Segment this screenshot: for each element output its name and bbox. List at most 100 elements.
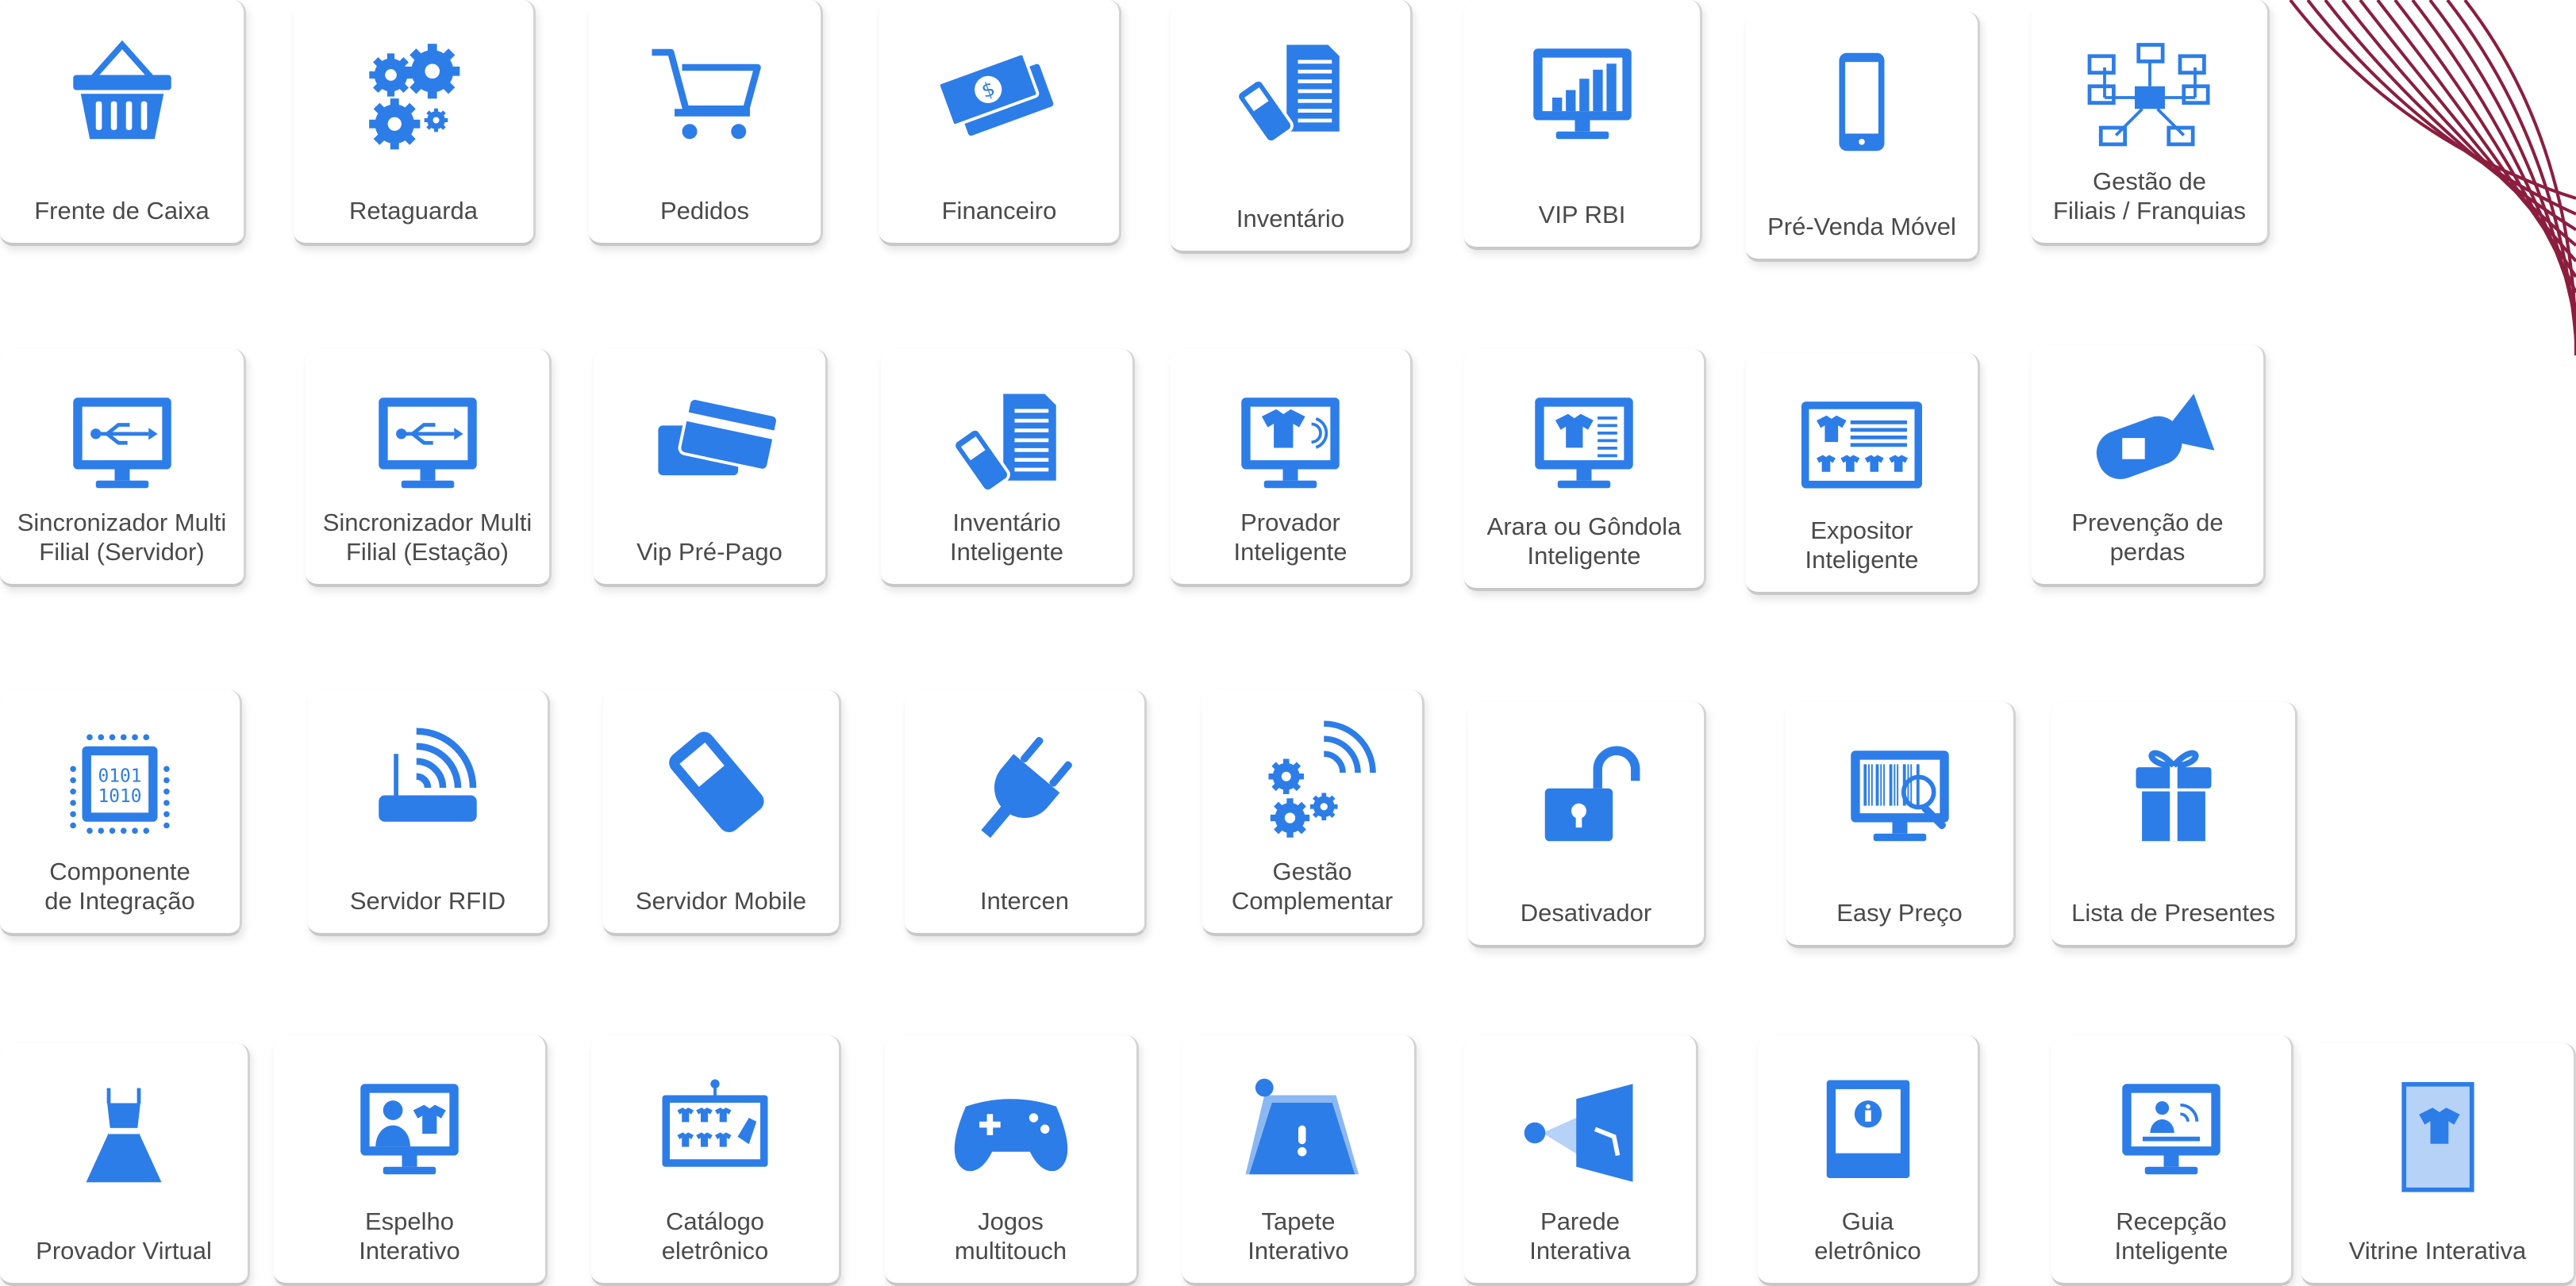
module-tile[interactable]: Gestão Complementar bbox=[1202, 690, 1424, 936]
module-label: Inventário Inteligente bbox=[949, 509, 1064, 566]
module-label: Tapete Interativo bbox=[1248, 1207, 1349, 1265]
module-label: Jogos multitouch bbox=[954, 1207, 1067, 1265]
module-tile[interactable]: Provador Virtual bbox=[0, 1043, 250, 1286]
modules-grid: Frente de Caixa Retaguarda Pedidos $ Finance… bbox=[0, 0, 2576, 1286]
module-tile[interactable]: Vip Pré-Pago bbox=[594, 349, 828, 587]
module-label: Financeiro bbox=[941, 197, 1057, 225]
reception-monitor-icon bbox=[2051, 1058, 2291, 1208]
gamepad-icon bbox=[885, 1058, 1136, 1208]
shop-window-icon bbox=[2301, 1065, 2574, 1216]
module-label: Provador Virtual bbox=[36, 1237, 212, 1265]
module-label: Recepção Inteligente bbox=[2114, 1207, 2228, 1265]
module-tile[interactable]: Sincronizador Multi Filial (Estação) bbox=[306, 349, 552, 587]
handheld-scanner-icon bbox=[603, 712, 839, 863]
decorative-curves bbox=[2289, 0, 2576, 356]
module-label: Servidor Mobile bbox=[635, 887, 807, 915]
module-tile[interactable]: Easy Preço bbox=[1786, 702, 2016, 948]
module-label: Componente de Integração bbox=[44, 858, 195, 915]
gift-icon bbox=[2051, 724, 2295, 875]
module-label: VIP RBI bbox=[1538, 201, 1626, 228]
touch-catalog-icon bbox=[591, 1058, 839, 1208]
mirror-monitor-icon bbox=[274, 1058, 545, 1208]
svg-text:0101: 0101 bbox=[98, 766, 142, 786]
module-tile[interactable]: Desativador bbox=[1468, 702, 1706, 948]
module-tile[interactable]: Servidor Mobile bbox=[603, 690, 841, 936]
module-tile[interactable]: Lista de Presentes bbox=[2051, 702, 2297, 948]
module-tile[interactable]: Servidor RFID bbox=[308, 690, 550, 936]
module-tile[interactable]: Vitrine Interativa bbox=[2301, 1043, 2576, 1286]
module-tile[interactable]: Guia eletrônico bbox=[1758, 1035, 1980, 1286]
hanger-monitor-icon bbox=[1464, 371, 1704, 522]
module-tile[interactable]: Sincronizador Multi Filial (Servidor) bbox=[0, 349, 246, 587]
module-tile[interactable]: VIP RBI bbox=[1464, 0, 1702, 250]
dress-icon bbox=[0, 1065, 248, 1216]
gears-icon bbox=[294, 22, 533, 173]
module-tile[interactable]: Jogos multitouch bbox=[885, 1035, 1139, 1286]
module-label: Retaguarda bbox=[348, 197, 478, 225]
module-label: Easy Preço bbox=[1836, 899, 1963, 927]
module-tile[interactable]: Espelho Interativo bbox=[274, 1035, 548, 1286]
module-tile[interactable]: Retaguarda bbox=[294, 0, 536, 246]
module-label: Guia eletrônico bbox=[1814, 1207, 1921, 1265]
module-label: Desativador bbox=[1520, 899, 1652, 927]
module-label: Parede Interativa bbox=[1529, 1207, 1631, 1265]
module-label: Expositor Inteligente bbox=[1805, 516, 1919, 574]
module-tile[interactable]: $ Financeiro bbox=[879, 0, 1121, 246]
module-label: Inventário bbox=[1236, 205, 1345, 232]
module-label: Sincronizador Multi Filial (Servidor) bbox=[17, 509, 227, 566]
info-kiosk-icon bbox=[1758, 1058, 1978, 1208]
shopping-basket-icon bbox=[0, 22, 244, 173]
module-tile[interactable]: Catálogo eletrônico bbox=[591, 1035, 841, 1286]
module-label: Pedidos bbox=[659, 197, 750, 225]
module-tile[interactable]: Pedidos bbox=[589, 0, 823, 246]
module-label: Arara ou Gôndola Inteligente bbox=[1486, 512, 1682, 570]
module-tile[interactable]: Gestão de Filiais / Franquias bbox=[2032, 0, 2270, 246]
interactive-floor-icon bbox=[1182, 1058, 1414, 1208]
plug-icon bbox=[905, 712, 1144, 863]
module-tile[interactable]: Provador Inteligente bbox=[1171, 349, 1413, 587]
svg-text:1010: 1010 bbox=[98, 786, 142, 807]
security-camera-icon bbox=[2032, 367, 2263, 518]
module-label: Sincronizador Multi Filial (Estação) bbox=[322, 509, 533, 566]
module-label: Intercen bbox=[979, 887, 1069, 915]
banknotes-icon: $ bbox=[879, 22, 1119, 173]
module-tile[interactable]: Prevenção de perdas bbox=[2032, 345, 2266, 587]
module-label: Vip Pré-Pago bbox=[636, 538, 782, 566]
module-tile[interactable]: Recepção Inteligente bbox=[2051, 1035, 2293, 1286]
module-tile[interactable]: Arara ou Gôndola Inteligente bbox=[1464, 349, 1706, 591]
chip-icon: 0101 1010 bbox=[0, 712, 240, 863]
module-label: Vitrine Interativa bbox=[2348, 1237, 2527, 1265]
module-tile[interactable]: Frente de Caixa bbox=[0, 0, 246, 246]
scanner-document-icon bbox=[1171, 22, 1410, 173]
shirts-display-icon bbox=[1746, 375, 1978, 526]
unlocked-padlock-icon bbox=[1468, 724, 1704, 875]
module-tile[interactable]: 0101 1010 Componente de Integração bbox=[0, 690, 242, 936]
bar-chart-monitor-icon bbox=[1464, 22, 1700, 173]
module-tile[interactable]: Tapete Interativo bbox=[1182, 1035, 1417, 1286]
shopping-cart-icon bbox=[589, 22, 821, 173]
module-tile[interactable]: Inventário Inteligente bbox=[881, 349, 1135, 587]
barcode-search-icon bbox=[1786, 724, 2013, 875]
module-label: Prevenção de perdas bbox=[2071, 509, 2224, 566]
module-label: Catálogo eletrônico bbox=[661, 1207, 769, 1265]
network-icon bbox=[2032, 22, 2267, 173]
module-label: Pré-Venda Móvel bbox=[1767, 213, 1956, 240]
module-label: Frente de Caixa bbox=[34, 197, 210, 225]
module-tile[interactable]: Inventário bbox=[1171, 0, 1413, 254]
credit-cards-icon bbox=[594, 371, 825, 522]
module-tile[interactable]: Parede Interativa bbox=[1464, 1035, 1698, 1286]
projector-wall-icon bbox=[1464, 1058, 1696, 1208]
usb-monitor-icon bbox=[306, 371, 549, 522]
shirt-monitor-icon bbox=[1171, 371, 1410, 522]
scanner-document-icon bbox=[881, 371, 1132, 522]
module-tile[interactable]: Pré-Venda Móvel bbox=[1746, 12, 1980, 262]
module-tile[interactable]: Expositor Inteligente bbox=[1746, 353, 1980, 595]
module-label: Espelho Interativo bbox=[359, 1207, 460, 1265]
module-tile[interactable]: Intercen bbox=[905, 690, 1147, 936]
rfid-router-icon bbox=[308, 712, 548, 863]
gears-wireless-icon bbox=[1202, 712, 1422, 863]
usb-monitor-icon bbox=[0, 371, 244, 522]
module-label: Gestão Complementar bbox=[1231, 858, 1394, 915]
module-label: Servidor RFID bbox=[349, 887, 506, 915]
smartphone-icon bbox=[1746, 34, 1978, 185]
